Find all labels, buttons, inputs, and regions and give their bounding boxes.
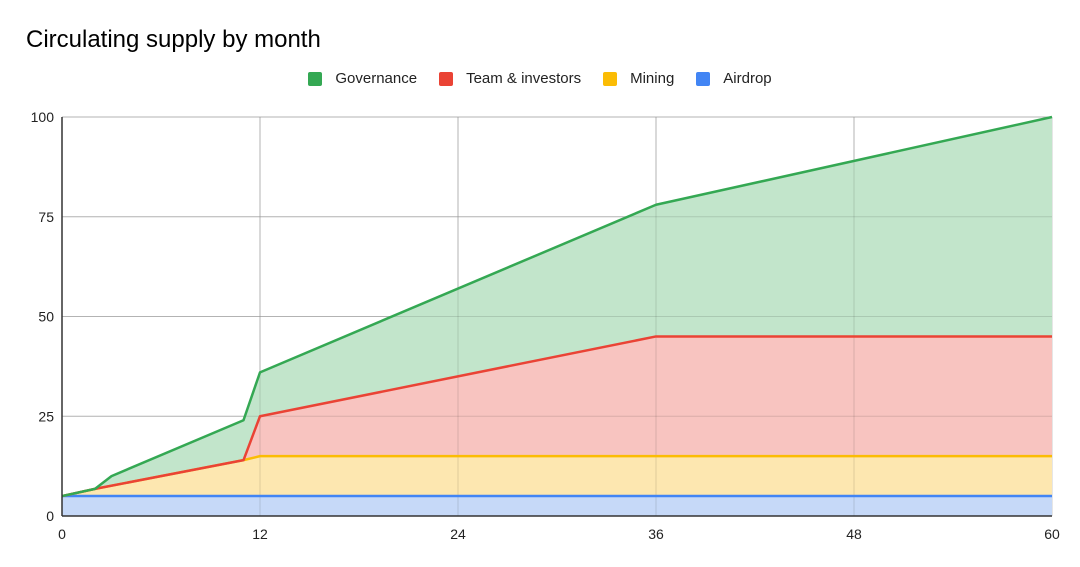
x-tick-label-48: 48 xyxy=(846,526,862,542)
y-tick-label-75: 75 xyxy=(38,209,54,225)
x-tick-label-0: 0 xyxy=(58,526,66,542)
y-tick-label-25: 25 xyxy=(38,408,54,424)
x-tick-label-36: 36 xyxy=(648,526,664,542)
y-tick-label-0: 0 xyxy=(46,508,54,524)
y-tick-label-50: 50 xyxy=(38,309,54,325)
x-tick-label-60: 60 xyxy=(1044,526,1060,542)
x-tick-label-12: 12 xyxy=(252,526,268,542)
area-airdrop xyxy=(62,496,1052,516)
x-tick-label-24: 24 xyxy=(450,526,466,542)
chart-plot: 0 25 50 75 100 0 12 24 36 48 60 xyxy=(31,109,1060,542)
y-tick-label-100: 100 xyxy=(31,109,55,125)
